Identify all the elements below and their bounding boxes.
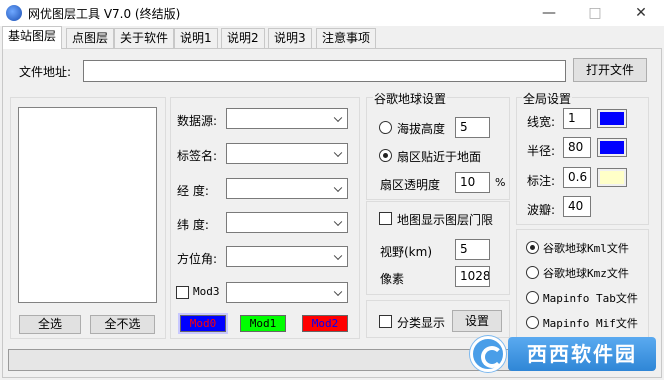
tab-notes[interactable]: 注意事项 [316, 28, 377, 48]
radius-label: 半径: [527, 144, 556, 158]
tab-point-layer[interactable]: 点图层 [66, 28, 115, 48]
view-range-label: 视野(km) [380, 245, 433, 259]
mod1-color-button[interactable]: Mod1 [240, 315, 286, 332]
view-range-input[interactable]: 5 [455, 239, 490, 260]
altitude-label: 海拔高度 [397, 122, 446, 136]
format-tab-radio[interactable] [526, 291, 539, 304]
watermark-logo-icon [470, 336, 506, 372]
mod2-color-button[interactable]: Mod2 [302, 315, 348, 332]
classify-label: 分类显示 [397, 316, 446, 330]
watermark-text: 西西软件园 [508, 337, 656, 371]
chevron-down-icon [333, 251, 343, 260]
ripple-input[interactable]: 40 [563, 196, 591, 217]
classify-settings-button[interactable]: 设置 [452, 310, 502, 332]
format-kmz-radio[interactable] [526, 266, 539, 279]
chevron-down-icon [333, 113, 343, 122]
line-color-swatch[interactable] [597, 109, 627, 128]
format-mif-radio[interactable] [526, 316, 539, 329]
chevron-down-icon [333, 217, 343, 226]
chevron-down-icon [333, 183, 343, 192]
classify-checkbox[interactable] [379, 315, 392, 328]
chevron-down-icon [333, 287, 343, 296]
mod0-color-button[interactable]: Mod0 [178, 313, 228, 334]
tab-help-3[interactable]: 说明3 [268, 28, 312, 48]
ground-radio[interactable] [379, 149, 392, 162]
radius-color-swatch[interactable] [597, 138, 627, 157]
label-color-swatch[interactable] [597, 168, 627, 187]
latitude-label: 纬 度: [177, 218, 209, 232]
longitude-label: 经 度: [177, 184, 209, 198]
datasource-label: 数据源: [177, 114, 218, 128]
tab-base-station-layer[interactable]: 基站图层 [2, 26, 63, 49]
open-file-button[interactable]: 打开文件 [573, 58, 647, 82]
threshold-label: 地图显示图层门限 [397, 213, 494, 227]
azimuth-label: 方位角: [177, 252, 218, 266]
google-earth-title: 谷歌地球设置 [373, 90, 448, 107]
select-all-button[interactable]: 全选 [19, 315, 81, 334]
mod3-label: Mod3 [193, 285, 220, 298]
opacity-label: 扇区透明度 [380, 178, 441, 192]
azimuth-combo[interactable] [226, 246, 348, 267]
label-size-label: 标注: [527, 174, 556, 188]
pixel-label: 像素 [380, 272, 405, 286]
opacity-input[interactable]: 10 [455, 172, 490, 193]
longitude-combo[interactable] [226, 178, 348, 199]
latitude-combo[interactable] [226, 212, 348, 233]
minimize-button[interactable]: — [526, 0, 572, 26]
app-icon [6, 5, 22, 21]
line-width-input[interactable]: 1 [563, 108, 591, 129]
line-width-label: 线宽: [527, 115, 556, 129]
global-settings-title: 全局设置 [522, 90, 573, 107]
format-kmz-label: 谷歌地球Kmz文件 [543, 267, 629, 280]
layer-listbox[interactable] [18, 107, 157, 303]
altitude-input[interactable]: 5 [455, 117, 490, 138]
file-path-input[interactable] [83, 60, 566, 82]
ground-label: 扇区贴近于地面 [397, 150, 482, 164]
ripple-label: 波瓣: [527, 203, 556, 217]
tab-help-1[interactable]: 说明1 [174, 28, 218, 48]
tab-help-2[interactable]: 说明2 [221, 28, 265, 48]
close-button[interactable]: ✕ [618, 0, 664, 26]
format-kml-label: 谷歌地球Kml文件 [543, 242, 629, 255]
mod3-combo[interactable] [226, 282, 348, 303]
altitude-radio[interactable] [379, 121, 392, 134]
pixel-input[interactable]: 1028 [455, 266, 490, 287]
threshold-checkbox[interactable] [379, 212, 392, 225]
select-none-button[interactable]: 全不选 [90, 315, 155, 334]
format-mif-label: Mapinfo Mif文件 [543, 317, 638, 330]
label-size-input[interactable]: 0.6 [563, 167, 591, 188]
tagname-label: 标签名: [177, 149, 218, 163]
datasource-combo[interactable] [226, 108, 348, 129]
opacity-unit: % [495, 176, 506, 189]
maximize-button[interactable]: □ [572, 0, 618, 26]
chevron-down-icon [333, 148, 343, 157]
tab-about[interactable]: 关于软件 [114, 28, 175, 48]
window-title: 网优图层工具 V7.0 (终结版) [28, 7, 181, 21]
mod3-checkbox[interactable] [176, 286, 189, 299]
file-path-label: 文件地址: [19, 65, 72, 79]
format-kml-radio[interactable] [526, 241, 539, 254]
format-tab-label: Mapinfo Tab文件 [543, 292, 638, 305]
tagname-combo[interactable] [226, 143, 348, 164]
radius-input[interactable]: 80 [563, 137, 591, 158]
